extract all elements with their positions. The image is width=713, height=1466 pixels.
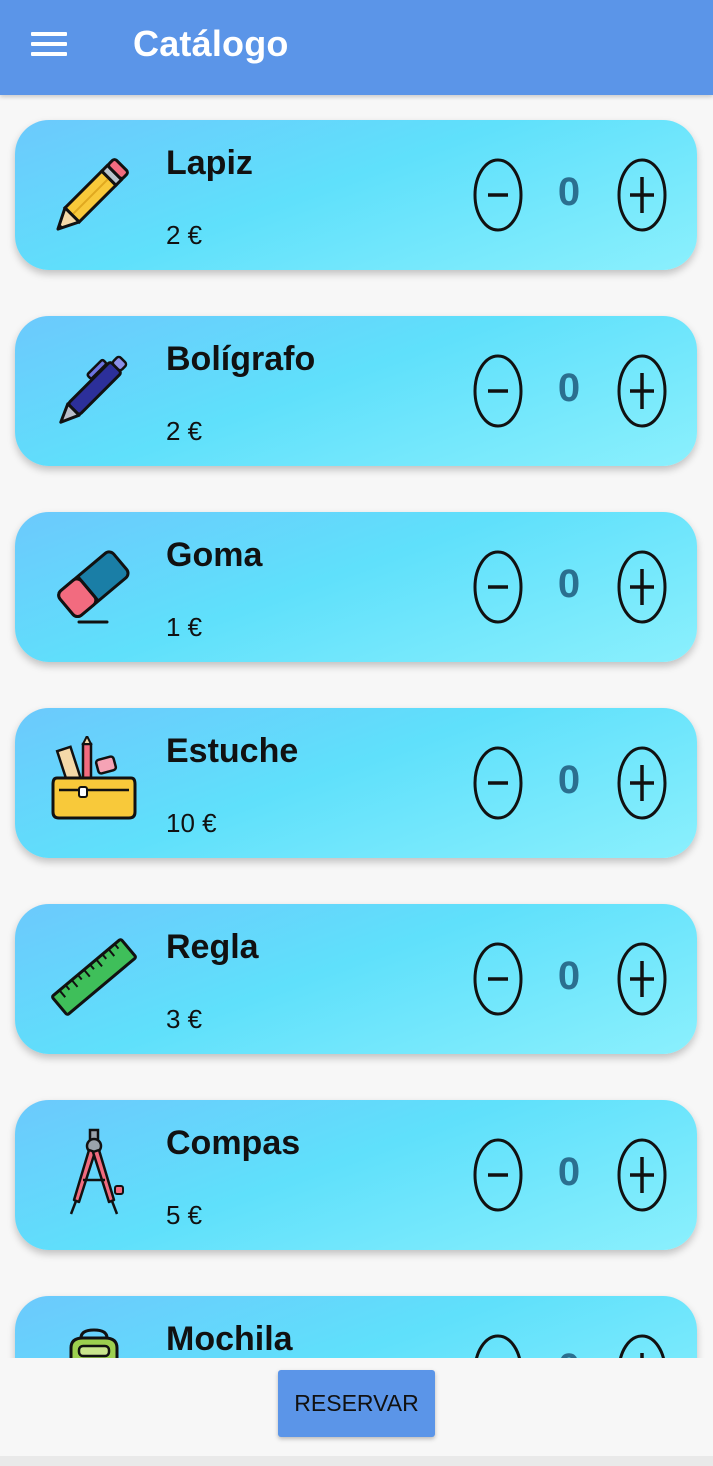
plus-circle-icon <box>619 1334 665 1358</box>
pencil-case-icon <box>49 736 139 826</box>
eraser-icon <box>49 540 139 630</box>
plus-circle-icon <box>617 1138 667 1212</box>
minus-circle-icon <box>473 550 523 624</box>
increase-quantity-button[interactable] <box>617 942 667 1016</box>
reserve-button[interactable]: RESERVAR <box>278 1370 435 1437</box>
quantity-value: 0 <box>557 954 581 998</box>
plus-circle-icon <box>617 550 667 624</box>
quantity-value: 0 <box>557 758 581 802</box>
bottom-bar: RESERVAR <box>0 1358 713 1466</box>
minus-circle-icon <box>473 1138 523 1212</box>
pen-icon <box>49 344 139 434</box>
product-card-mochila: Mochila 0 <box>15 1296 697 1358</box>
product-card-compas: Compas 5 € 0 <box>15 1100 697 1250</box>
plus-circle-icon <box>617 158 667 232</box>
plus-circle-icon <box>617 942 667 1016</box>
product-card-regla: Regla 3 € 0 <box>15 904 697 1054</box>
product-card-lapiz: Lapiz 2 € 0 <box>15 120 697 270</box>
decrease-quantity-button[interactable] <box>473 158 523 232</box>
product-name: Goma <box>166 536 263 574</box>
product-name: Lapiz <box>166 144 253 182</box>
product-price: 3 € <box>166 1004 203 1034</box>
decrease-quantity-button[interactable] <box>473 746 523 820</box>
app-bar: Catálogo <box>0 0 713 95</box>
decrease-quantity-button[interactable] <box>473 550 523 624</box>
pencil-icon <box>49 148 139 238</box>
product-card-goma: Goma 1 € 0 <box>15 512 697 662</box>
minus-circle-icon <box>473 158 523 232</box>
decrease-quantity-button[interactable] <box>473 1334 523 1358</box>
quantity-value: 0 <box>545 1346 593 1358</box>
minus-circle-icon <box>475 1334 521 1358</box>
hamburger-menu-icon[interactable] <box>22 22 76 66</box>
page-title: Catálogo <box>133 23 289 64</box>
minus-circle-icon <box>473 942 523 1016</box>
increase-quantity-button[interactable] <box>617 550 667 624</box>
compass-icon <box>49 1128 139 1218</box>
product-name: Compas <box>166 1124 301 1162</box>
product-price: 5 € <box>166 1200 203 1230</box>
increase-quantity-button[interactable] <box>617 746 667 820</box>
product-price: 10 € <box>166 808 217 838</box>
product-card-estuche: Estuche 10 € 0 <box>15 708 697 858</box>
minus-circle-icon <box>473 746 523 820</box>
decrease-quantity-button[interactable] <box>473 354 523 428</box>
product-price: 1 € <box>166 612 203 642</box>
plus-circle-icon <box>617 354 667 428</box>
product-name: Regla <box>166 928 259 966</box>
decrease-quantity-button[interactable] <box>473 942 523 1016</box>
quantity-value: 0 <box>557 1150 581 1194</box>
increase-quantity-button[interactable] <box>617 1138 667 1212</box>
backpack-icon <box>49 1324 139 1358</box>
catalog-screen: Catálogo Lapiz 2 € 0 Bolígrafo 2 € 0 Gom… <box>0 0 713 1466</box>
product-price: 2 € <box>166 220 203 250</box>
increase-quantity-button[interactable] <box>617 354 667 428</box>
product-name: Estuche <box>166 732 299 770</box>
quantity-value: 0 <box>557 366 581 410</box>
minus-circle-icon <box>473 354 523 428</box>
ruler-icon <box>49 932 139 1022</box>
product-name: Mochila <box>166 1320 293 1358</box>
quantity-value: 0 <box>557 562 581 606</box>
decrease-quantity-button[interactable] <box>473 1138 523 1212</box>
product-price: 2 € <box>166 416 203 446</box>
bottom-divider <box>0 1456 713 1466</box>
quantity-value: 0 <box>557 170 581 214</box>
product-card-boligrafo: Bolígrafo 2 € 0 <box>15 316 697 466</box>
product-name: Bolígrafo <box>166 340 316 378</box>
product-list[interactable]: Lapiz 2 € 0 Bolígrafo 2 € 0 Goma 1 € 0 E… <box>0 95 713 1358</box>
plus-circle-icon <box>617 746 667 820</box>
increase-quantity-button[interactable] <box>617 158 667 232</box>
increase-quantity-button[interactable] <box>617 1334 667 1358</box>
